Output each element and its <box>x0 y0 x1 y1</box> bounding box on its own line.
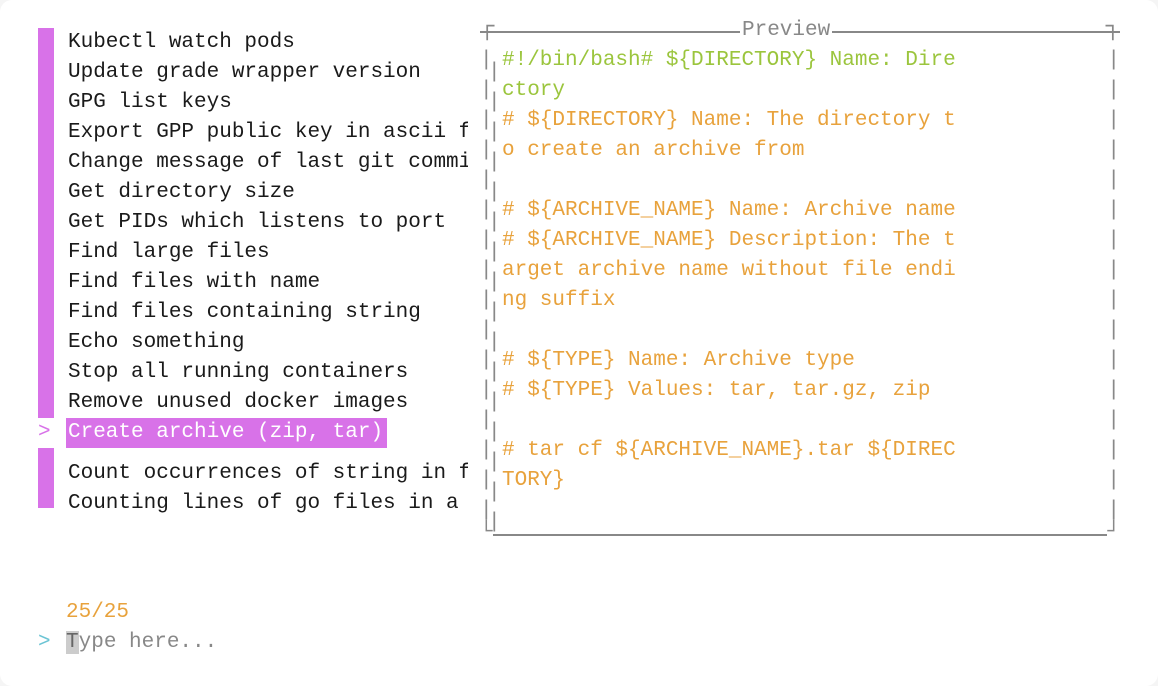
list-item[interactable]: Remove unused docker images <box>66 388 468 418</box>
preview-line: TORY} <box>502 466 1102 496</box>
list-item[interactable]: Count occurrences of string in file <box>66 459 468 489</box>
list-item[interactable]: Find files with name <box>66 268 468 298</box>
placeholder-text: ype here... <box>79 631 218 654</box>
list-item[interactable]: Change message of last git commit <box>66 148 468 178</box>
list-item[interactable]: Get PIDs which listens to port <box>66 208 468 238</box>
preview-bottom-border: └ ┘ <box>480 518 1120 548</box>
list-item[interactable]: Counting lines of go files in a ... <box>66 489 468 519</box>
list-item[interactable]: Find large files <box>66 238 468 268</box>
list-panel: > Kubectl watch podsUpdate grade wrapper… <box>38 28 468 658</box>
preview-line: # ${ARCHIVE_NAME} Description: The t <box>502 226 1102 256</box>
search-input[interactable]: Type here... <box>66 628 217 658</box>
preview-line <box>502 316 1102 346</box>
preview-box: ┌ ┐ Preview | | | | | | | | | | | | | | … <box>480 28 1120 548</box>
list-item[interactable]: Find files containing string <box>66 298 468 328</box>
preview-line <box>502 166 1102 196</box>
prompt-marker-icon: > <box>38 628 66 658</box>
preview-line: o create an archive from <box>502 136 1102 166</box>
list-item[interactable]: Stop all running containers <box>66 358 468 388</box>
snippet-list[interactable]: Kubectl watch podsUpdate grade wrapper v… <box>66 28 468 598</box>
preview-line: # ${ARCHIVE_NAME} Name: Archive name <box>502 196 1102 226</box>
preview-line: # ${TYPE} Name: Archive type <box>502 346 1102 376</box>
selection-marker-icon: > <box>38 418 54 448</box>
box-corner-bl-icon: └ <box>480 518 493 548</box>
preview-content: #!/bin/bash# ${DIRECTORY} Name: Director… <box>480 28 1120 496</box>
preview-line: # ${TYPE} Values: tar, tar.gz, zip <box>502 376 1102 406</box>
preview-line: ng suffix <box>502 286 1102 316</box>
list-item[interactable]: Export GPP public key in ascii f... <box>66 118 468 148</box>
search-prompt[interactable]: > Type here... <box>38 628 468 658</box>
list-item[interactable]: Echo something <box>66 328 468 358</box>
list-item[interactable]: Get directory size <box>66 178 468 208</box>
preview-line <box>502 406 1102 436</box>
preview-panel: ┌ ┐ Preview | | | | | | | | | | | | | | … <box>480 28 1120 658</box>
list-item[interactable]: Update grade wrapper version <box>66 58 468 88</box>
cursor-icon: T <box>66 631 79 654</box>
terminal-window: | | | | | | | | | | | | | | | | > Kubect… <box>0 0 1158 686</box>
list-item[interactable]: GPG list keys <box>66 88 468 118</box>
box-border-bottom <box>493 534 1108 536</box>
preview-line: ctory <box>502 76 1102 106</box>
main-container: | | | | | | | | | | | | | | | | > Kubect… <box>38 28 1120 658</box>
result-count: 25/25 <box>66 598 468 628</box>
preview-line: arget archive name without file endi <box>502 256 1102 286</box>
preview-line: #!/bin/bash# ${DIRECTORY} Name: Dire <box>502 46 1102 76</box>
preview-line: # ${DIRECTORY} Name: The directory t <box>502 106 1102 136</box>
box-corner-br-icon: ┘ <box>1107 518 1120 548</box>
preview-line: # tar cf ${ARCHIVE_NAME}.tar ${DIREC <box>502 436 1102 466</box>
list-item[interactable]: Kubectl watch pods <box>66 28 468 58</box>
